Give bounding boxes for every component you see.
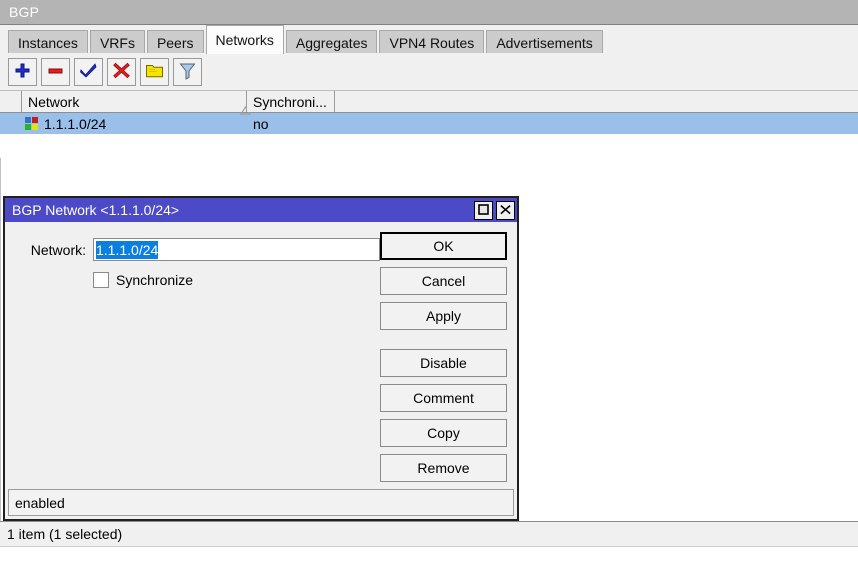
tab-bar: Instances VRFs Peers Networks Aggregates… — [0, 25, 858, 54]
dialog-status-label: enabled — [15, 495, 65, 511]
network-entry-icon — [25, 117, 38, 130]
dialog-title: BGP Network <1.1.1.0/24> — [12, 202, 471, 218]
close-button[interactable] — [496, 201, 515, 220]
close-icon — [500, 203, 511, 218]
network-label: Network: — [15, 242, 93, 258]
dialog-status-bar: enabled — [8, 489, 514, 516]
synchronize-checkbox[interactable] — [93, 272, 109, 288]
cell-network: 1.1.1.0/24 — [22, 113, 247, 134]
column-header-synchronize-label: Synchroni... — [253, 94, 327, 110]
cancel-button[interactable]: Cancel — [380, 267, 507, 295]
window-titlebar: BGP — [0, 0, 858, 24]
check-icon — [79, 62, 98, 82]
toolbar — [0, 54, 858, 90]
table-header-gutter — [0, 91, 22, 112]
network-input[interactable]: 1.1.1.0/24 — [93, 238, 380, 261]
column-header-network[interactable]: Network — [22, 91, 247, 112]
networks-table: Network Synchroni... — [0, 90, 858, 158]
tab-instances[interactable]: Instances — [8, 30, 88, 54]
dialog-body: Network: 1.1.1.0/24 Synchronize OK Cance… — [5, 222, 517, 489]
enable-button[interactable] — [74, 58, 103, 86]
cell-network-value: 1.1.1.0/24 — [44, 116, 106, 132]
cell-filler — [335, 113, 858, 134]
cross-icon — [113, 62, 130, 82]
tab-networks[interactable]: Networks — [206, 25, 284, 54]
ok-button[interactable]: OK — [380, 232, 507, 260]
copy-button[interactable]: Copy — [380, 419, 507, 447]
synchronize-label: Synchronize — [116, 272, 193, 288]
network-field-row: Network: 1.1.1.0/24 — [15, 238, 380, 261]
cell-synchronize: no — [247, 113, 335, 134]
add-button[interactable] — [8, 58, 37, 86]
maximize-icon — [478, 203, 489, 218]
minus-icon — [47, 62, 64, 82]
dialog-button-column: OK Cancel Apply Disable Comment Copy Rem… — [380, 232, 507, 489]
tab-vpn4-routes[interactable]: VPN4 Routes — [379, 30, 484, 54]
column-header-network-label: Network — [28, 94, 79, 110]
tab-vrfs[interactable]: VRFs — [90, 30, 145, 54]
window-title: BGP — [9, 4, 39, 20]
window-status-bar: 1 item (1 selected) — [0, 521, 858, 547]
column-header-filler — [335, 91, 858, 112]
dialog-titlebar[interactable]: BGP Network <1.1.1.0/24> — [5, 198, 517, 222]
plus-icon — [14, 62, 31, 82]
disable-button[interactable] — [107, 58, 136, 86]
table-body: 1.1.1.0/24 no — [0, 113, 858, 158]
column-header-synchronize[interactable]: Synchroni... — [247, 91, 335, 112]
network-input-value: 1.1.1.0/24 — [96, 241, 158, 259]
dialog-form: Network: 1.1.1.0/24 Synchronize — [15, 232, 380, 489]
table-header-row: Network Synchroni... — [0, 91, 858, 113]
window-footer — [0, 547, 858, 561]
table-row[interactable]: 1.1.1.0/24 no — [0, 113, 858, 134]
tab-peers[interactable]: Peers — [147, 30, 204, 54]
disable-button[interactable]: Disable — [380, 349, 507, 377]
tab-advertisements[interactable]: Advertisements — [486, 30, 602, 54]
filter-button[interactable] — [173, 58, 202, 86]
funnel-icon — [179, 62, 196, 83]
tab-aggregates[interactable]: Aggregates — [286, 30, 378, 54]
row-gutter — [0, 113, 22, 134]
bgp-network-dialog: BGP Network <1.1.1.0/24> Network: 1.1.1.… — [3, 196, 519, 521]
note-icon — [145, 63, 164, 82]
remove-button[interactable]: Remove — [380, 454, 507, 482]
comment-button[interactable]: Comment — [380, 384, 507, 412]
comment-button[interactable] — [140, 58, 169, 86]
item-count-label: 1 item (1 selected) — [7, 526, 122, 542]
remove-button[interactable] — [41, 58, 70, 86]
maximize-button[interactable] — [474, 201, 493, 220]
synchronize-row: Synchronize — [15, 272, 380, 288]
apply-button[interactable]: Apply — [380, 302, 507, 330]
